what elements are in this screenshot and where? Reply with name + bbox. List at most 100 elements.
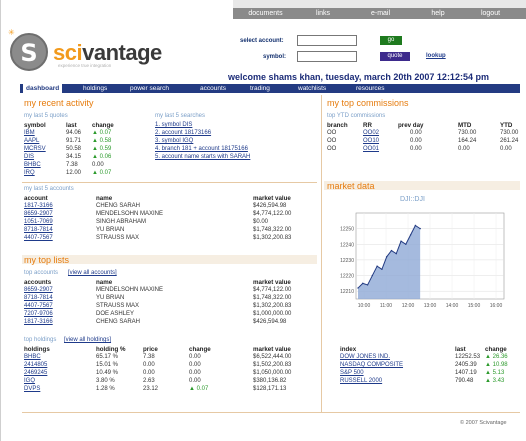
quote-symbol-link[interactable]: MCRSV	[24, 146, 46, 152]
col-accounts: accounts	[24, 279, 52, 286]
menu-holdings[interactable]: holdings	[83, 85, 107, 92]
menu-dashboard[interactable]: dashboard	[23, 84, 63, 93]
holding-value: $128,171.13	[253, 386, 287, 392]
last-accounts-title: my last 5 accounts	[24, 186, 74, 192]
symbol-input[interactable]	[297, 51, 357, 62]
holding-link[interactable]: IGQ	[24, 378, 35, 384]
quote-symbol-link[interactable]: AAPL	[24, 138, 39, 144]
index-link[interactable]: RUSSELL 2000	[340, 378, 382, 384]
chart-point	[405, 243, 407, 245]
view-all-holdings-link[interactable]: [view all holdings]	[64, 337, 111, 343]
holding-value: $380,136.82	[253, 378, 287, 384]
ytd-commissions-title: top YTD commissions	[327, 113, 386, 119]
chart-point	[357, 287, 359, 289]
top-gray-strip	[233, 0, 526, 8]
dji-chart: 12250 12240 12230 12220 12210 10:00 11:00 12:00…	[340, 212, 505, 309]
top-account-value: $4,774,122.00	[253, 287, 292, 293]
quote-symbol-link[interactable]: DIS	[24, 154, 34, 160]
index-last: 12252.53	[455, 354, 481, 360]
chart-point	[371, 274, 374, 277]
column-divider	[321, 95, 322, 413]
account-name: STRAUSS MAX	[96, 235, 140, 241]
col-market-value: market value	[253, 346, 291, 353]
index-change: ▲ 5.13	[485, 370, 505, 376]
x-tick-label: 14:00	[446, 303, 459, 309]
search-link[interactable]: 5. account name starts with SARAH	[155, 154, 250, 160]
col-index-last: last	[455, 346, 466, 353]
quote-symbol-link[interactable]: IRQ	[24, 170, 35, 176]
holding-link[interactable]: BHBC	[24, 354, 41, 360]
quote-button[interactable]: quote	[380, 52, 410, 61]
market-data-title: market data	[327, 181, 375, 191]
index-change: ▲ 3.43	[485, 378, 505, 384]
chart-point	[381, 268, 383, 270]
top-account-link[interactable]: 8659-2907	[24, 287, 53, 293]
top-account-name: YU BRIAN	[96, 295, 125, 301]
index-link[interactable]: S&P 500	[340, 370, 364, 376]
search-link[interactable]: 4. branch 181 + account 18175166	[155, 146, 248, 152]
holding-value: $1,502,200.83	[253, 362, 292, 368]
sparkle-icon: ✳	[8, 28, 15, 37]
go-button[interactable]: go	[380, 36, 402, 45]
index-link[interactable]: NASDAQ COMPOSITE	[340, 362, 403, 368]
scivantage-logo: S	[10, 33, 48, 71]
quote-change: ▲ 0.07	[92, 170, 112, 176]
menu-accounts[interactable]: accounts	[200, 85, 226, 92]
x-tick-label: 12:00	[402, 303, 415, 309]
holding-pct: 1.28 %	[96, 386, 115, 392]
nav-links[interactable]: links	[298, 10, 348, 17]
nav-help[interactable]: help	[413, 10, 463, 17]
welcome-text: welcome shams khan, tuesday, march 20th …	[228, 72, 489, 82]
menu-trading[interactable]: trading	[250, 85, 270, 92]
holding-link[interactable]: 2414805	[24, 362, 47, 368]
index-last: 1407.19	[455, 370, 477, 376]
top-holdings-title: top holdings	[24, 337, 57, 343]
quote-symbol-link[interactable]: IBM	[24, 130, 35, 136]
nav-logout[interactable]: logout	[463, 10, 518, 17]
menu-power-search[interactable]: power search	[130, 85, 169, 92]
index-last: 2405.39	[455, 362, 477, 368]
search-link[interactable]: 1. symbol DIS	[155, 122, 192, 128]
commission-branch: OO	[327, 138, 337, 144]
view-all-accounts-link[interactable]: [view all accounts]	[68, 270, 117, 276]
menu-watchlists[interactable]: watchlists	[298, 85, 326, 92]
account-link[interactable]: 1051-7069	[24, 219, 53, 225]
account-value: $1,302,200.83	[253, 235, 292, 241]
search-link[interactable]: 2. account 18173166	[155, 130, 211, 136]
holding-pct: 15.01 %	[96, 362, 119, 368]
top-account-link[interactable]: 1817-3166	[24, 319, 53, 325]
account-link[interactable]: 8718-7814	[24, 227, 53, 233]
top-account-link[interactable]: 7207-9706	[24, 311, 53, 317]
top-account-link[interactable]: 4407-7567	[24, 303, 53, 309]
account-value: $1,748,322.00	[253, 227, 292, 233]
holding-pct: 65.17 %	[96, 354, 119, 360]
lookup-link[interactable]: lookup	[426, 53, 446, 59]
x-tick-label: 11:00	[380, 303, 392, 309]
menu-resources[interactable]: resources	[356, 85, 385, 92]
top-lists-title: my top lists	[24, 255, 70, 265]
chart-point	[366, 284, 369, 286]
select-account-input[interactable]	[297, 35, 357, 46]
index-link[interactable]: DOW JONES IND.	[340, 354, 390, 360]
commission-rr-link[interactable]: OO02	[363, 130, 379, 136]
x-tick-label: 13:00	[424, 303, 437, 309]
account-link[interactable]: 8659-2907	[24, 211, 53, 217]
quote-symbol-link[interactable]: BHBC	[24, 162, 41, 168]
top-account-link[interactable]: 8718-7814	[24, 295, 53, 301]
search-link[interactable]: 3. symbol IGQ	[155, 138, 193, 144]
holding-link[interactable]: 2469245	[24, 370, 47, 376]
account-link[interactable]: 4407-7567	[24, 235, 53, 241]
nav-email[interactable]: e-mail	[348, 10, 413, 17]
holding-link[interactable]: DVPS	[24, 386, 40, 392]
quote-last: 34.15	[66, 154, 82, 160]
col-holding-pct: holding %	[96, 346, 126, 353]
top-account-name: MENDELSOHN MAXINE	[96, 287, 164, 293]
account-value: $4,774,122.00	[253, 211, 292, 217]
quote-change: ▲ 0.59	[92, 146, 112, 152]
y-tick-label: 12230	[340, 258, 354, 264]
nav-documents[interactable]: documents	[233, 10, 298, 17]
account-link[interactable]: 1817-3166	[24, 203, 53, 209]
commission-rr-link[interactable]: OO01	[363, 146, 379, 152]
top-accounts-title: top accounts	[24, 270, 59, 276]
commission-rr-link[interactable]: OO10	[363, 138, 379, 144]
